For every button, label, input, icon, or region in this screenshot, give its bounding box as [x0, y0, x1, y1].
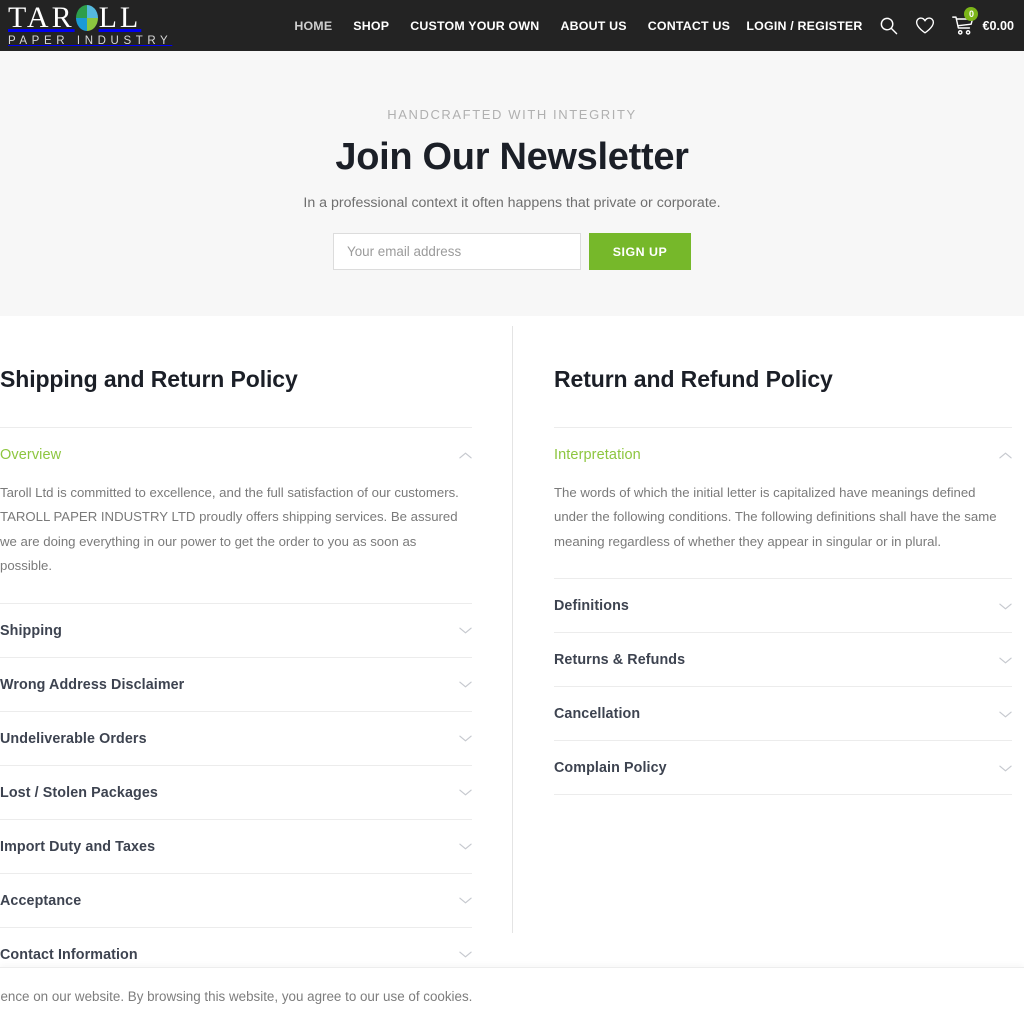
nav-item-contact-us[interactable]: CONTACT US — [648, 19, 730, 33]
accordion-label: Cancellation — [554, 706, 641, 723]
shipping-return-policy-column: Shipping and Return Policy Overview Taro… — [0, 366, 512, 982]
accordion-body: The words of which the initial letter is… — [554, 485, 997, 549]
email-input[interactable] — [333, 233, 581, 270]
cart-total-amount: €0.00 — [982, 18, 1014, 33]
accordion-label: Returns & Refunds — [554, 652, 686, 669]
cookie-consent-text: We use cookies to improve your experienc… — [0, 988, 473, 1004]
site-logo[interactable]: TAR LL PAPER INDUSTRY — [8, 3, 172, 48]
leaf-icon — [75, 5, 98, 32]
accordion-header-cancellation[interactable]: Cancellation — [554, 687, 1012, 740]
nav-item-shop[interactable]: SHOP — [353, 19, 389, 33]
main-navigation: HOME SHOP CUSTOM YOUR OWN ABOUT US CONTA… — [294, 19, 730, 33]
chevron-down-icon[interactable] — [459, 896, 472, 905]
page-title-shipping: Shipping and Return Policy — [0, 366, 298, 392]
search-icon[interactable] — [879, 16, 898, 35]
accordion-label: Undeliverable Orders — [0, 730, 147, 747]
accordion-item-overview: Overview Taroll Ltd is committed to exce… — [0, 427, 472, 604]
accordion-label: Import Duty and Taxes — [0, 838, 156, 855]
page-title-return: Return and Refund Policy — [554, 366, 833, 392]
accordion-item-undeliverable-orders: Undeliverable Orders — [0, 712, 472, 766]
accordion-label: Wrong Address Disclaimer — [0, 676, 185, 693]
logo-word-right: LL — [98, 1, 142, 35]
chevron-down-icon[interactable] — [999, 602, 1012, 611]
logo-word-left: TAR — [8, 1, 75, 35]
accordion-label: Definitions — [554, 598, 629, 615]
accordion-item-interpretation: Interpretation The words of which the in… — [554, 427, 1012, 580]
accordion-header-acceptance[interactable]: Acceptance — [0, 874, 472, 927]
newsletter-eyebrow: HANDCRAFTED WITH INTEGRITY — [387, 107, 637, 122]
accordion-item-import-duty-and-taxes: Import Duty and Taxes — [0, 820, 472, 874]
sign-up-button[interactable]: SIGN UP — [589, 233, 691, 270]
accordion-label: Shipping — [0, 622, 62, 639]
chevron-down-icon[interactable] — [999, 764, 1012, 773]
chevron-up-icon[interactable] — [999, 451, 1012, 460]
cookie-consent-bar: We use cookies to improve your experienc… — [0, 967, 1024, 1024]
nav-item-about-us[interactable]: ABOUT US — [560, 19, 626, 33]
accordion-body: Taroll Ltd is committed to excellence, a… — [0, 485, 459, 574]
chevron-down-icon[interactable] — [459, 788, 472, 797]
newsletter-section: HANDCRAFTED WITH INTEGRITY Join Our News… — [0, 51, 1024, 316]
accordion-item-cancellation: Cancellation — [554, 687, 1012, 742]
accordion-header-returns-refunds[interactable]: Returns & Refunds — [554, 633, 1012, 686]
accordion-item-lost-stolen-packages: Lost / Stolen Packages — [0, 766, 472, 820]
column-divider — [512, 326, 513, 933]
chevron-up-icon[interactable] — [459, 451, 472, 460]
chevron-down-icon[interactable] — [999, 656, 1012, 665]
chevron-down-icon[interactable] — [459, 680, 472, 689]
accordion-item-returns-refunds: Returns & Refunds — [554, 633, 1012, 688]
nav-item-home[interactable]: HOME — [294, 19, 332, 33]
policy-section: Shipping and Return Policy Overview Taro… — [0, 316, 1024, 982]
accordion-label: Complain Policy — [554, 760, 667, 777]
chevron-down-icon[interactable] — [459, 626, 472, 635]
chevron-down-icon[interactable] — [999, 710, 1012, 719]
accordion-item-complain-policy: Complain Policy — [554, 741, 1012, 796]
newsletter-subtitle: In a professional context it often happe… — [303, 195, 721, 211]
accordion-label: Lost / Stolen Packages — [0, 784, 158, 801]
accordion-shipping: Overview Taroll Ltd is committed to exce… — [0, 427, 472, 982]
accordion-header-shipping[interactable]: Shipping — [0, 604, 472, 657]
accordion-return: Interpretation The words of which the in… — [554, 427, 1012, 796]
logo-tagline: PAPER INDUSTRY — [8, 35, 173, 48]
accordion-item-acceptance: Acceptance — [0, 874, 472, 928]
login-register-link[interactable]: LOGIN / REGISTER — [746, 19, 862, 33]
chevron-down-icon[interactable] — [459, 734, 472, 743]
accordion-header-wrong-address-disclaimer[interactable]: Wrong Address Disclaimer — [0, 658, 472, 711]
accordion-header-interpretation[interactable]: Interpretation — [554, 428, 1012, 481]
accordion-header-complain-policy[interactable]: Complain Policy — [554, 741, 1012, 794]
accordion-header-overview[interactable]: Overview — [0, 428, 472, 481]
return-refund-policy-column: Return and Refund Policy Interpretation … — [512, 366, 1024, 966]
page-root: TAR LL PAPER INDUSTRY HOME SHOP CUSTOM Y… — [0, 0, 1024, 1024]
accordion-label: Acceptance — [0, 892, 82, 909]
newsletter-form: SIGN UP — [333, 233, 691, 270]
site-header: TAR LL PAPER INDUSTRY HOME SHOP CUSTOM Y… — [0, 0, 1024, 51]
accordion-header-undeliverable-orders[interactable]: Undeliverable Orders — [0, 712, 472, 765]
cart-count-badge: 0 — [964, 7, 979, 21]
accordion-item-definitions: Definitions — [554, 579, 1012, 634]
accordion-header-definitions[interactable]: Definitions — [554, 579, 1012, 632]
cart-button[interactable]: 0 €0.00 — [952, 7, 1014, 36]
accordion-label: Contact Information — [0, 946, 138, 963]
accordion-label: Interpretation — [554, 447, 641, 463]
accordion-item-wrong-address-disclaimer: Wrong Address Disclaimer — [0, 658, 472, 712]
accordion-label: Overview — [0, 447, 62, 463]
accordion-item-shipping: Shipping — [0, 604, 472, 658]
header-actions: LOGIN / REGISTER 0 €0.00 — [746, 0, 1014, 51]
logo-wordmark: TAR LL — [8, 3, 141, 33]
newsletter-title: Join Our Newsletter — [335, 136, 689, 178]
accordion-header-lost-stolen-packages[interactable]: Lost / Stolen Packages — [0, 766, 472, 819]
chevron-down-icon[interactable] — [459, 950, 472, 959]
nav-item-custom-your-own[interactable]: CUSTOM YOUR OWN — [410, 19, 539, 33]
chevron-down-icon[interactable] — [459, 842, 472, 851]
heart-icon[interactable] — [915, 16, 935, 35]
accordion-header-import-duty-and-taxes[interactable]: Import Duty and Taxes — [0, 820, 472, 873]
